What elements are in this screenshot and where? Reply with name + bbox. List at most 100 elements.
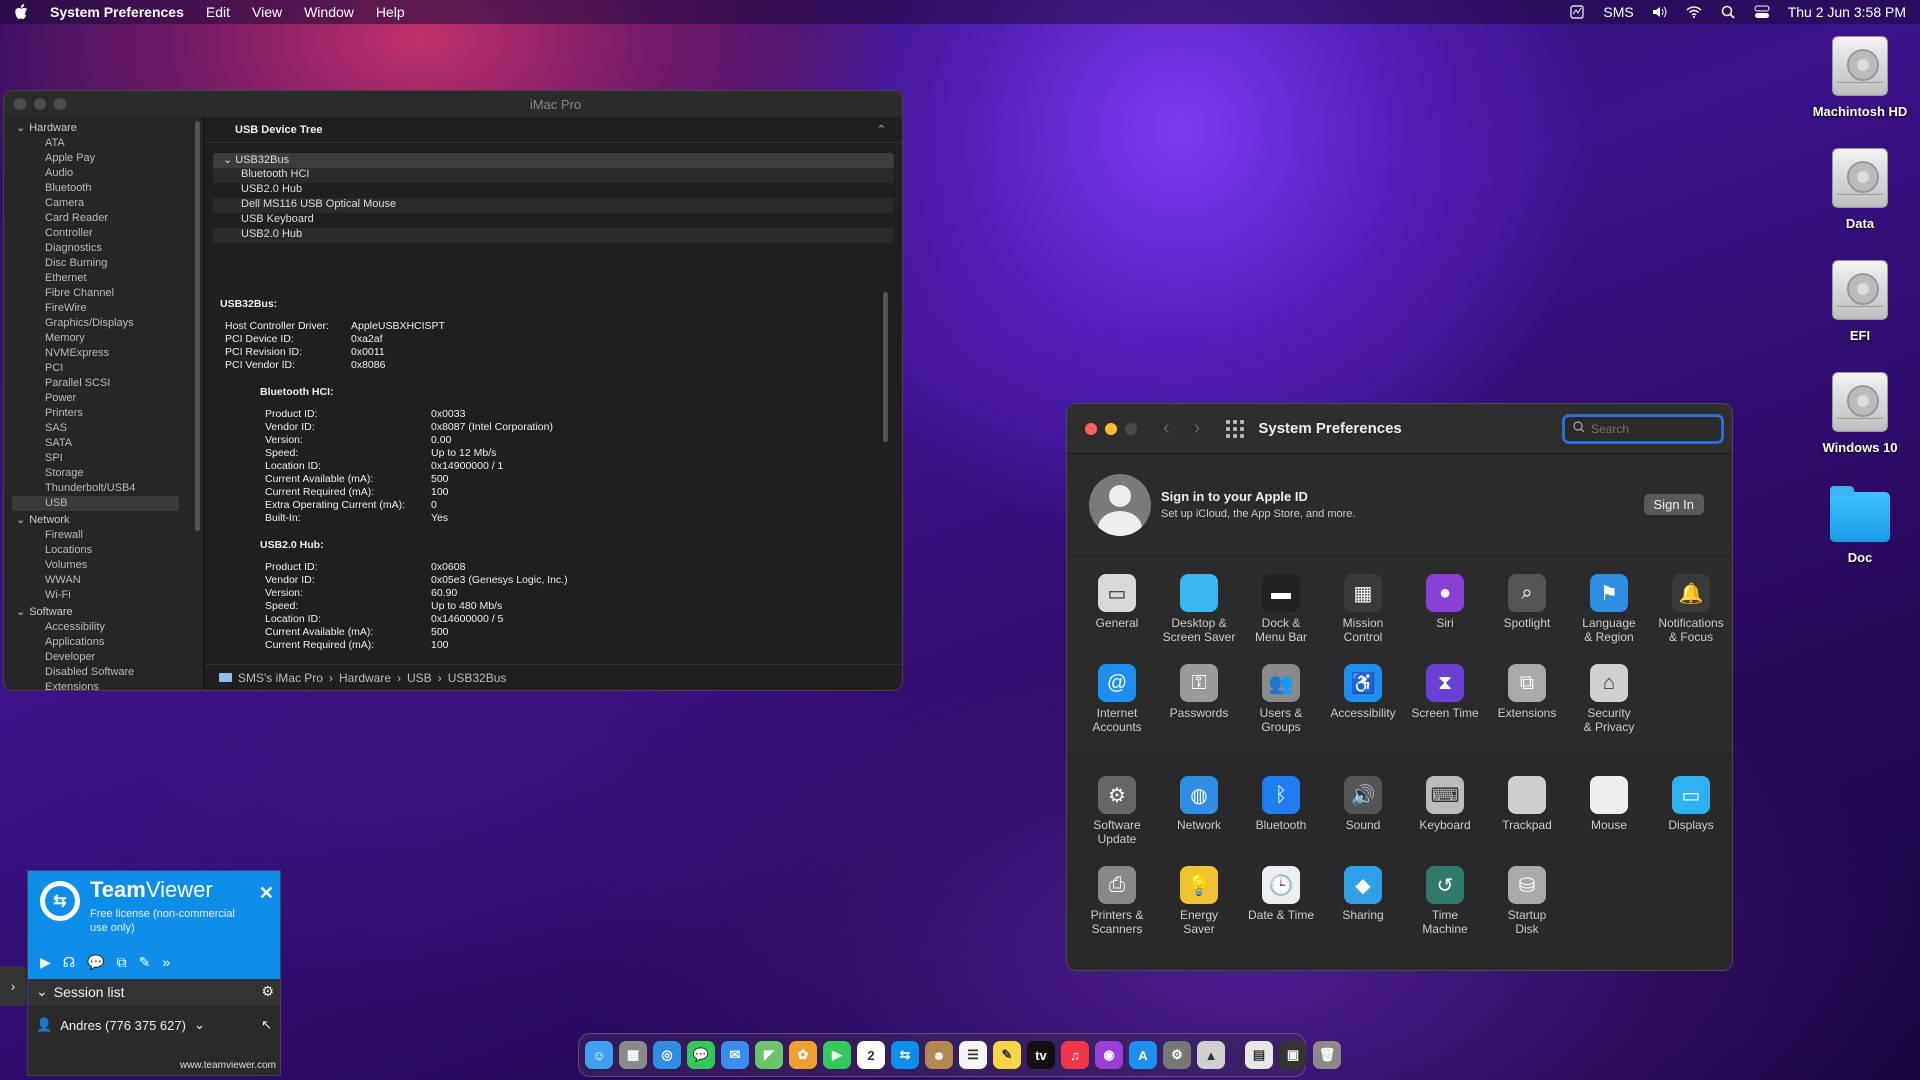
sidebar-item[interactable]: Fibre Channel [4, 286, 203, 301]
gear-icon[interactable]: ⚙ [261, 983, 274, 1000]
path-item[interactable]: USB32Bus [448, 671, 507, 685]
pref-pane-trackpad[interactable]: Trackpad [1486, 776, 1568, 866]
sidebar-item[interactable]: Parallel SCSI [4, 376, 203, 391]
facetime-icon[interactable]: ▶ [823, 1041, 851, 1069]
mail-icon[interactable]: ✉ [721, 1041, 749, 1069]
tree-row[interactable]: USB Keyboard [213, 213, 894, 228]
pref-pane-spotlight[interactable]: ⌕ Spotlight [1486, 574, 1568, 664]
podcasts-icon[interactable]: ◉ [1095, 1041, 1123, 1069]
pref-pane-bluetooth[interactable]: ᛒ Bluetooth [1240, 776, 1322, 866]
safari-icon[interactable]: ◎ [653, 1041, 681, 1069]
sidebar-item[interactable]: Accessibility [4, 620, 203, 635]
menu-view[interactable]: View [252, 4, 282, 20]
launchpad-icon[interactable]: ▦ [619, 1041, 647, 1069]
tree-row[interactable]: USB2.0 Hub [213, 183, 894, 198]
pref-pane-users-groups[interactable]: 👥 Users & Groups [1240, 664, 1322, 754]
minimize-button[interactable] [1105, 422, 1117, 435]
sidebar-item[interactable]: Memory [4, 331, 203, 346]
pref-pane-passwords[interactable]: ⚿ Passwords [1158, 664, 1240, 754]
pref-pane-keyboard[interactable]: ⌨ Keyboard [1404, 776, 1486, 866]
sidebar-item[interactable]: Diagnostics [4, 241, 203, 256]
tree-row[interactable]: Bluetooth HCI [213, 168, 894, 183]
messages-icon[interactable]: 💬 [687, 1041, 715, 1069]
sidebar-item[interactable]: SATA [4, 436, 203, 451]
minimize-button[interactable] [34, 98, 46, 110]
sidebar-item[interactable]: Ethernet [4, 271, 203, 286]
sidebar-item[interactable]: Volumes [4, 558, 203, 573]
photos-icon[interactable]: ✿ [789, 1041, 817, 1069]
apple-icon[interactable] [14, 4, 30, 20]
files-icon[interactable]: ⧉ [117, 954, 127, 971]
volume-icon[interactable] [1652, 5, 1668, 19]
pref-pane-time-machine[interactable]: ↺ Time Machine [1404, 866, 1486, 956]
show-all-grid-icon[interactable] [1226, 419, 1245, 438]
sidebar-item[interactable]: Graphics/Displays [4, 316, 203, 331]
pref-pane-sound[interactable]: 🔊 Sound [1322, 776, 1404, 866]
system-preferences-icon[interactable]: ⚙ [1163, 1041, 1191, 1069]
teamviewer-expand-tab[interactable]: › [0, 966, 26, 1006]
sidebar-item[interactable]: Disabled Software [4, 665, 203, 680]
menu-help[interactable]: Help [376, 4, 405, 20]
back-arrow-icon[interactable]: ‹ [1163, 417, 1170, 440]
sidebar-item[interactable]: Wi-Fi [4, 588, 203, 603]
sidebar-item[interactable]: WWAN [4, 573, 203, 588]
pref-pane-accessibility[interactable]: ♿ Accessibility [1322, 664, 1404, 754]
chat-icon[interactable]: 💬 [87, 954, 104, 971]
tree-header[interactable]: USB Device Tree ⌃ [205, 117, 902, 143]
search-field[interactable] [1562, 413, 1724, 444]
spotlight-search-icon[interactable] [1720, 5, 1736, 19]
pref-pane-internet-accounts[interactable]: @ Internet Accounts [1076, 664, 1158, 754]
path-item[interactable]: USB [407, 671, 432, 685]
sidebar-item[interactable]: ATA [4, 136, 203, 151]
close-button[interactable] [14, 98, 26, 110]
session-list-header[interactable]: ⌄ Session list ⚙ [28, 979, 280, 1005]
sidebar-group-network[interactable]: ⌄ Network [4, 511, 203, 528]
pref-pane-siri[interactable]: ● Siri [1404, 574, 1486, 664]
sidebar-scrollbar[interactable] [195, 121, 200, 531]
sidebar-item[interactable]: Thunderbolt/USB4 [4, 481, 203, 496]
finder-icon[interactable]: ☺ [585, 1041, 613, 1069]
chevron-up-icon[interactable]: ⌃ [877, 123, 886, 136]
pref-pane-mouse[interactable]: Mouse [1568, 776, 1650, 866]
notes-icon[interactable]: ✎ [993, 1041, 1021, 1069]
sidebar-item[interactable]: FireWire [4, 301, 203, 316]
sidebar-item[interactable]: Card Reader [4, 211, 203, 226]
teamviewer-url[interactable]: www.teamviewer.com [180, 1060, 276, 1071]
cursor-icon[interactable]: ↖ [261, 1017, 272, 1033]
pref-pane-language-region[interactable]: ⚑ Language & Region [1568, 574, 1650, 664]
forward-arrow-icon[interactable]: › [1194, 417, 1201, 440]
sidebar-item[interactable]: Audio [4, 166, 203, 181]
clock[interactable]: Thu 2 Jun 3:58 PM [1788, 4, 1906, 20]
zoom-button[interactable] [54, 98, 66, 110]
session-user-row[interactable]: 👤 Andres (776 375 627) ⌄ ↖ [28, 1005, 280, 1045]
sidebar-item[interactable]: NVMExpress [4, 346, 203, 361]
sidebar-item[interactable]: Developer [4, 650, 203, 665]
sidebar-item[interactable]: SAS [4, 421, 203, 436]
pref-pane-extensions[interactable]: ⧉ Extensions [1486, 664, 1568, 754]
control-center-icon[interactable] [1754, 5, 1770, 19]
sidebar-item[interactable]: PCI [4, 361, 203, 376]
pref-pane-sharing[interactable]: ◆ Sharing [1322, 866, 1404, 956]
close-icon[interactable]: ✕ [259, 883, 274, 904]
pref-pane-printers-scanners[interactable]: ⎙ Printers & Scanners [1076, 866, 1158, 956]
document-icon[interactable]: ▤ [1245, 1041, 1273, 1069]
pref-pane-notifications-focus[interactable]: 🔔 Notifications & Focus [1650, 574, 1732, 664]
pref-pane-dock-menu-bar[interactable]: ▬ Dock & Menu Bar [1240, 574, 1322, 664]
pref-pane-desktop-screen-saver[interactable]: Desktop & Screen Saver [1158, 574, 1240, 664]
sidebar-group-software[interactable]: ⌄ Software [4, 603, 203, 620]
sidebar-item[interactable]: Firewall [4, 528, 203, 543]
sidebar-item[interactable]: Bluetooth [4, 181, 203, 196]
pref-pane-screen-time[interactable]: ⧗ Screen Time [1404, 664, 1486, 754]
menu-window[interactable]: Window [304, 4, 354, 20]
pref-pane-network[interactable]: ◍ Network [1158, 776, 1240, 866]
more-icon[interactable]: » [162, 954, 170, 971]
sidebar-item[interactable]: Extensions [4, 680, 203, 690]
pref-pane-displays[interactable]: ▭ Displays [1650, 776, 1732, 866]
screenshot-icon[interactable]: ▣ [1279, 1041, 1307, 1069]
tools-icon[interactable]: ✎ [139, 954, 151, 971]
reminders-icon[interactable]: ☰ [959, 1041, 987, 1069]
teamviewer-icon[interactable]: ⇆ [891, 1041, 919, 1069]
zoom-button[interactable] [1125, 422, 1137, 435]
maps-icon[interactable]: ◤ [755, 1041, 783, 1069]
search-input[interactable] [1591, 421, 1711, 436]
